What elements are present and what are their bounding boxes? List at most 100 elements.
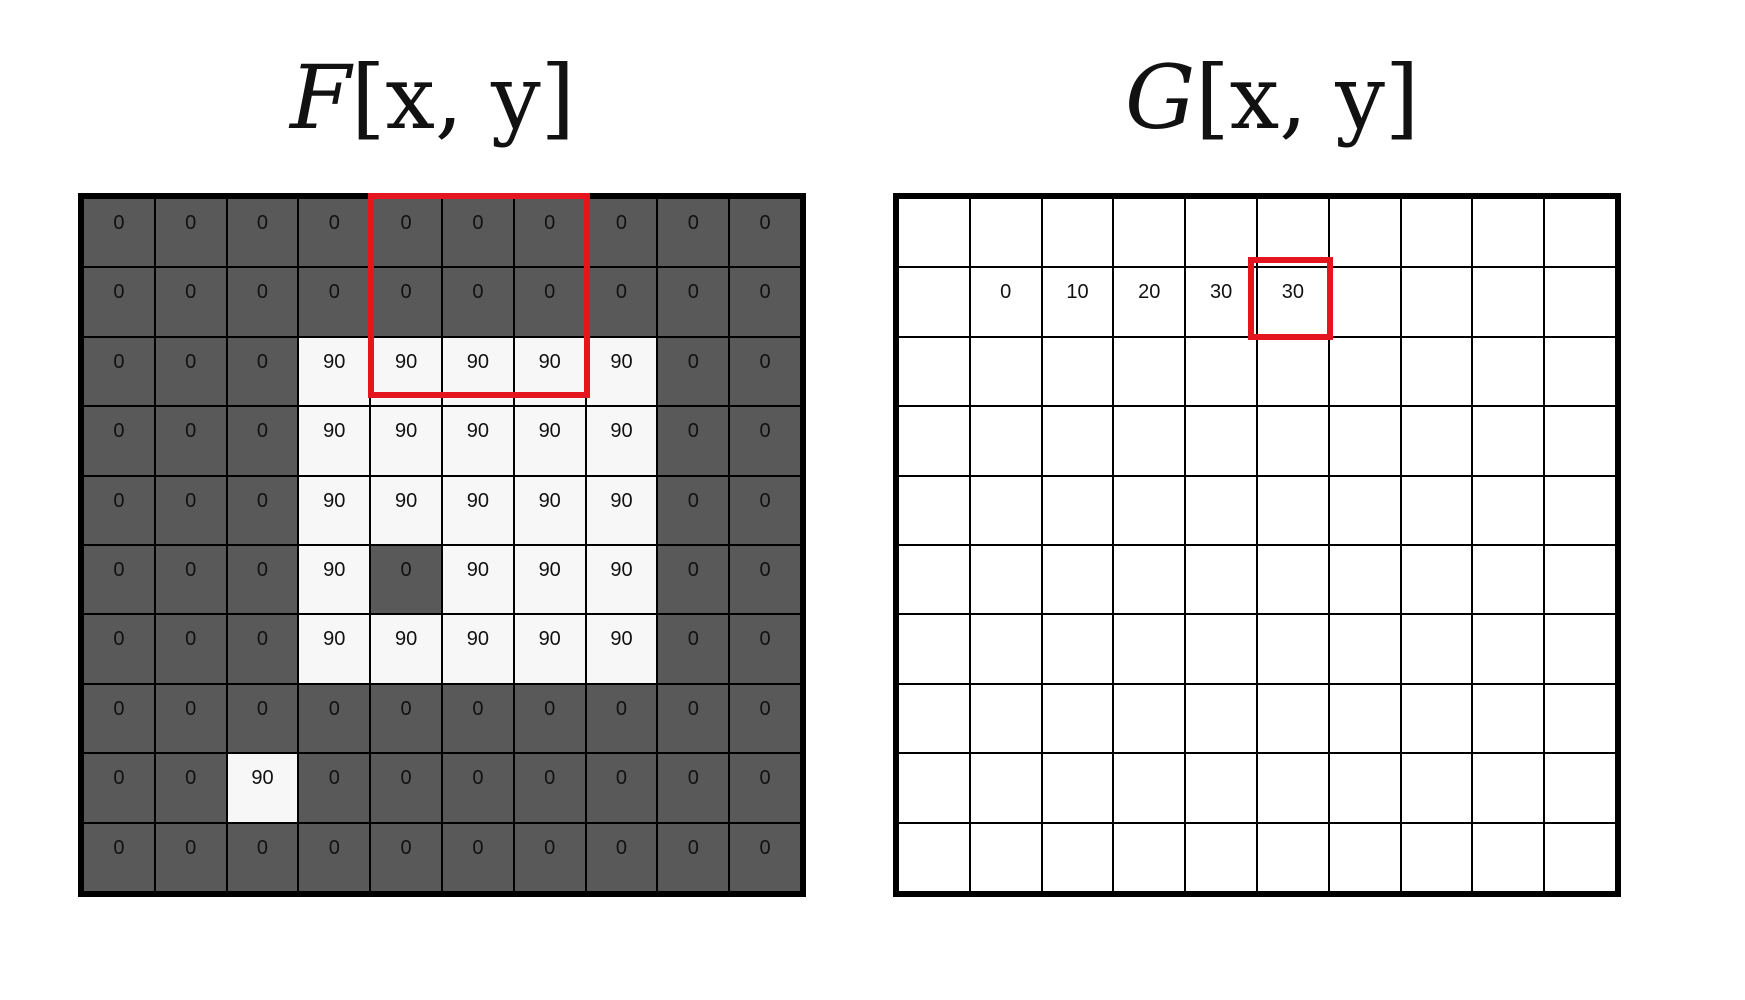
input-cell-r3-c3: 90 bbox=[298, 406, 371, 476]
input-cell-r2-c8: 0 bbox=[657, 336, 730, 407]
input-cell-r0-c2: 0 bbox=[226, 198, 299, 268]
input-cell-r6-c3: 90 bbox=[298, 614, 371, 684]
input-cell-r2-c5: 90 bbox=[442, 336, 514, 407]
input-cell-r4-c7: 90 bbox=[585, 475, 658, 545]
output-cell-r4-c8 bbox=[1472, 475, 1545, 545]
input-cell-r8-c0: 0 bbox=[83, 753, 155, 823]
input-title-args: [x, y] bbox=[351, 46, 576, 149]
output-cell-r9-c7 bbox=[1400, 822, 1473, 892]
output-cell-r7-c9 bbox=[1544, 683, 1616, 754]
output-cell-r6-c9 bbox=[1544, 614, 1616, 684]
output-cell-r2-c0 bbox=[898, 336, 970, 407]
output-cell-r2-c6 bbox=[1328, 336, 1401, 407]
output-cell-r2-c4 bbox=[1185, 336, 1257, 407]
output-cell-r2-c2 bbox=[1041, 336, 1114, 407]
output-cell-r5-c4 bbox=[1185, 545, 1257, 615]
output-cell-r9-c2 bbox=[1041, 822, 1114, 892]
output-cell-r8-c3 bbox=[1113, 753, 1186, 823]
output-cell-r1-c8 bbox=[1472, 267, 1545, 337]
output-cell-r8-c0 bbox=[898, 753, 970, 823]
output-cell-r1-c5: 30 bbox=[1257, 267, 1329, 337]
output-cell-r7-c7 bbox=[1400, 683, 1473, 754]
output-cell-r6-c7 bbox=[1400, 614, 1473, 684]
output-cell-r8-c8 bbox=[1472, 753, 1545, 823]
output-cell-r6-c2 bbox=[1041, 614, 1114, 684]
output-cell-r6-c1 bbox=[969, 614, 1042, 684]
output-cell-r0-c5 bbox=[1257, 198, 1329, 268]
input-cell-r1-c6: 0 bbox=[513, 267, 586, 337]
output-image-title: G[x, y] bbox=[1125, 48, 1419, 148]
output-cell-r7-c1 bbox=[969, 683, 1042, 754]
input-cell-r2-c7: 90 bbox=[585, 336, 658, 407]
output-cell-r6-c3 bbox=[1113, 614, 1186, 684]
output-cell-r0-c2 bbox=[1041, 198, 1114, 268]
output-cell-r5-c1 bbox=[969, 545, 1042, 615]
output-cell-r0-c3 bbox=[1113, 198, 1186, 268]
input-cell-r3-c5: 90 bbox=[442, 406, 514, 476]
input-cell-r6-c9: 0 bbox=[729, 614, 801, 684]
output-cell-r6-c8 bbox=[1472, 614, 1545, 684]
output-cell-r0-c8 bbox=[1472, 198, 1545, 268]
output-cell-r6-c6 bbox=[1328, 614, 1401, 684]
output-cell-r4-c4 bbox=[1185, 475, 1257, 545]
output-cell-r1-c3: 20 bbox=[1113, 267, 1186, 337]
output-cell-r2-c7 bbox=[1400, 336, 1473, 407]
input-cell-r2-c2: 0 bbox=[226, 336, 299, 407]
input-cell-r3-c9: 0 bbox=[729, 406, 801, 476]
input-cell-r8-c3: 0 bbox=[298, 753, 371, 823]
input-cell-r5-c4: 0 bbox=[370, 545, 442, 615]
input-image-grid: 0 0 0 0 0 0 0 0 0 0 0 0 0 0 0 0 0 0 0 0 0 0 0 90 90 90 90 90 0 0 0 0 0 90… bbox=[78, 193, 806, 897]
input-title-symbol: F bbox=[290, 46, 352, 149]
input-cell-r5-c9: 0 bbox=[729, 545, 801, 615]
input-cell-r3-c2: 0 bbox=[226, 406, 299, 476]
output-cell-r3-c0 bbox=[898, 406, 970, 476]
input-cell-r3-c4: 90 bbox=[370, 406, 442, 476]
output-cell-r7-c6 bbox=[1328, 683, 1401, 754]
input-cell-r7-c8: 0 bbox=[657, 683, 730, 754]
output-cell-r8-c4 bbox=[1185, 753, 1257, 823]
output-cell-r4-c1 bbox=[969, 475, 1042, 545]
output-cell-r9-c1 bbox=[969, 822, 1042, 892]
output-cell-r3-c9 bbox=[1544, 406, 1616, 476]
input-cell-r8-c4: 0 bbox=[370, 753, 442, 823]
input-cell-r5-c1: 0 bbox=[154, 545, 227, 615]
output-cell-r0-c4 bbox=[1185, 198, 1257, 268]
output-cell-r8-c7 bbox=[1400, 753, 1473, 823]
input-cell-r1-c1: 0 bbox=[154, 267, 227, 337]
output-cell-r1-c4: 30 bbox=[1185, 267, 1257, 337]
input-cell-r3-c1: 0 bbox=[154, 406, 227, 476]
output-cell-r9-c3 bbox=[1113, 822, 1186, 892]
output-cell-r5-c9 bbox=[1544, 545, 1616, 615]
input-cell-r8-c8: 0 bbox=[657, 753, 730, 823]
output-cell-r0-c7 bbox=[1400, 198, 1473, 268]
input-cell-r6-c7: 90 bbox=[585, 614, 658, 684]
output-cell-r3-c7 bbox=[1400, 406, 1473, 476]
input-cell-r1-c7: 0 bbox=[585, 267, 658, 337]
output-cell-r5-c8 bbox=[1472, 545, 1545, 615]
output-cell-r4-c9 bbox=[1544, 475, 1616, 545]
output-cell-r2-c5 bbox=[1257, 336, 1329, 407]
output-cell-r3-c1 bbox=[969, 406, 1042, 476]
input-cell-r2-c0: 0 bbox=[83, 336, 155, 407]
output-cell-r2-c1 bbox=[969, 336, 1042, 407]
output-cell-r8-c9 bbox=[1544, 753, 1616, 823]
input-cell-r8-c2: 90 bbox=[226, 753, 299, 823]
input-cell-r4-c5: 90 bbox=[442, 475, 514, 545]
input-cell-r2-c4: 90 bbox=[370, 336, 442, 407]
input-cell-r3-c7: 90 bbox=[585, 406, 658, 476]
input-cell-r5-c5: 90 bbox=[442, 545, 514, 615]
input-cell-r0-c4: 0 bbox=[370, 198, 442, 268]
input-cell-r7-c3: 0 bbox=[298, 683, 371, 754]
output-cell-r0-c1 bbox=[969, 198, 1042, 268]
input-image-title: F[x, y] bbox=[290, 48, 575, 148]
input-cell-r7-c5: 0 bbox=[442, 683, 514, 754]
input-cell-r7-c0: 0 bbox=[83, 683, 155, 754]
output-cell-r2-c3 bbox=[1113, 336, 1186, 407]
input-cell-r9-c1: 0 bbox=[154, 822, 227, 892]
output-cell-r3-c8 bbox=[1472, 406, 1545, 476]
input-cell-r4-c1: 0 bbox=[154, 475, 227, 545]
input-cell-r4-c6: 90 bbox=[513, 475, 586, 545]
output-cell-r4-c0 bbox=[898, 475, 970, 545]
output-cell-r9-c6 bbox=[1328, 822, 1401, 892]
output-cell-r4-c3 bbox=[1113, 475, 1186, 545]
